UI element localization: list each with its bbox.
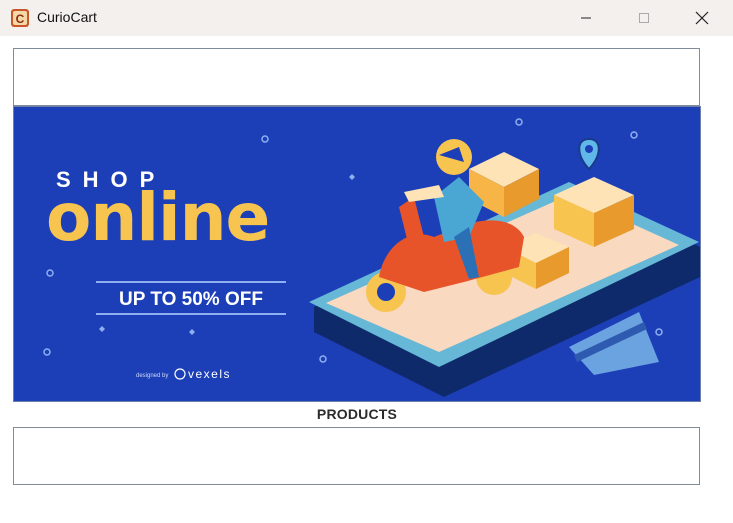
banner-credit-brand: vexels: [188, 367, 231, 381]
window-title: CurioCart: [37, 9, 97, 25]
products-heading: PRODUCTS: [316, 406, 398, 422]
products-panel: [13, 427, 700, 485]
client-area: SHOP online UP TO 50% OFF designed by ve…: [0, 36, 733, 523]
top-panel: [13, 48, 700, 106]
minimize-button[interactable]: [563, 0, 609, 36]
maximize-button[interactable]: [621, 0, 667, 36]
banner-illustration: SHOP online UP TO 50% OFF designed by ve…: [14, 107, 700, 401]
svg-text:C: C: [16, 12, 25, 26]
banner-credit-prefix: designed by: [136, 373, 168, 379]
promo-banner[interactable]: SHOP online UP TO 50% OFF designed by ve…: [13, 106, 701, 402]
curiocart-logo-icon: C: [11, 9, 29, 27]
banner-offer-text: UP TO 50% OFF: [119, 289, 263, 310]
minimize-icon: [581, 17, 591, 19]
banner-online-text: online: [46, 179, 269, 256]
title-bar: C CurioCart: [0, 0, 733, 36]
maximize-icon: [639, 13, 649, 23]
close-button[interactable]: [679, 0, 725, 36]
close-icon: [695, 11, 709, 25]
